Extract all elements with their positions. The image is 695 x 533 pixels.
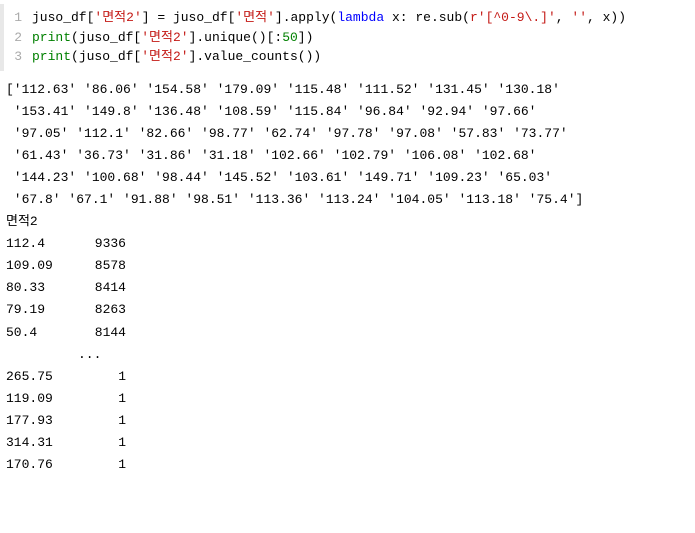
line-number: 1	[4, 8, 32, 28]
vc-key: 177.93	[6, 410, 86, 432]
vc-key: 314.31	[6, 432, 86, 454]
vc-key: 119.09	[6, 388, 86, 410]
code-text: print(juso_df['면적2'].value_counts())	[32, 47, 687, 67]
array-output: ['112.63' '86.06' '154.58' '179.09' '115…	[6, 79, 695, 212]
output-line: '61.43' '36.73' '31.86' '31.18' '102.66'…	[6, 145, 695, 167]
value-counts-top: 112.49336109.09857880.33841479.19826350.…	[6, 233, 695, 343]
code-text: print(juso_df['면적2'].unique()[:50])	[32, 28, 687, 48]
vc-key: 109.09	[6, 255, 86, 277]
vc-key: 80.33	[6, 277, 86, 299]
output-line: '144.23' '100.68' '98.44' '145.52' '103.…	[6, 167, 695, 189]
value-counts-row: 79.198263	[6, 299, 695, 321]
vc-value: 8263	[86, 299, 126, 321]
code-text: juso_df['면적2'] = juso_df['면적'].apply(lam…	[32, 8, 687, 28]
output-line: ['112.63' '86.06' '154.58' '179.09' '115…	[6, 79, 695, 101]
value-counts-row: 177.931	[6, 410, 695, 432]
vc-value: 1	[86, 432, 126, 454]
value-counts-row: 265.751	[6, 366, 695, 388]
code-cell[interactable]: 1 juso_df['면적2'] = juso_df['면적'].apply(l…	[0, 4, 695, 71]
vc-value: 9336	[86, 233, 126, 255]
value-counts-ellipsis: ...	[6, 344, 695, 366]
output-cell: ['112.63' '86.06' '154.58' '179.09' '115…	[0, 71, 695, 481]
code-line: 3 print(juso_df['면적2'].value_counts())	[4, 47, 695, 67]
code-line: 1 juso_df['면적2'] = juso_df['면적'].apply(l…	[4, 8, 695, 28]
line-number: 3	[4, 47, 32, 67]
vc-value: 1	[86, 388, 126, 410]
vc-value: 1	[86, 410, 126, 432]
value-counts-row: 119.091	[6, 388, 695, 410]
value-counts-row: 109.098578	[6, 255, 695, 277]
value-counts-row: 50.48144	[6, 322, 695, 344]
vc-value: 8578	[86, 255, 126, 277]
vc-key: 79.19	[6, 299, 86, 321]
value-counts-row: 314.311	[6, 432, 695, 454]
value-counts-row: 80.338414	[6, 277, 695, 299]
vc-value: 8144	[86, 322, 126, 344]
code-line: 2 print(juso_df['면적2'].unique()[:50])	[4, 28, 695, 48]
value-counts-row: 112.49336	[6, 233, 695, 255]
vc-key: 170.76	[6, 454, 86, 476]
value-counts-header: 면적2	[6, 211, 695, 233]
value-counts-row: 170.761	[6, 454, 695, 476]
output-line: '67.8' '67.1' '91.88' '98.51' '113.36' '…	[6, 189, 695, 211]
output-line: '153.41' '149.8' '136.48' '108.59' '115.…	[6, 101, 695, 123]
value-counts-bottom: 265.751119.091177.931314.311170.761	[6, 366, 695, 476]
vc-key: 112.4	[6, 233, 86, 255]
vc-value: 1	[86, 454, 126, 476]
vc-value: 8414	[86, 277, 126, 299]
vc-key: 265.75	[6, 366, 86, 388]
line-number: 2	[4, 28, 32, 48]
vc-value: 1	[86, 366, 126, 388]
output-line: '97.05' '112.1' '82.66' '98.77' '62.74' …	[6, 123, 695, 145]
vc-key: 50.4	[6, 322, 86, 344]
